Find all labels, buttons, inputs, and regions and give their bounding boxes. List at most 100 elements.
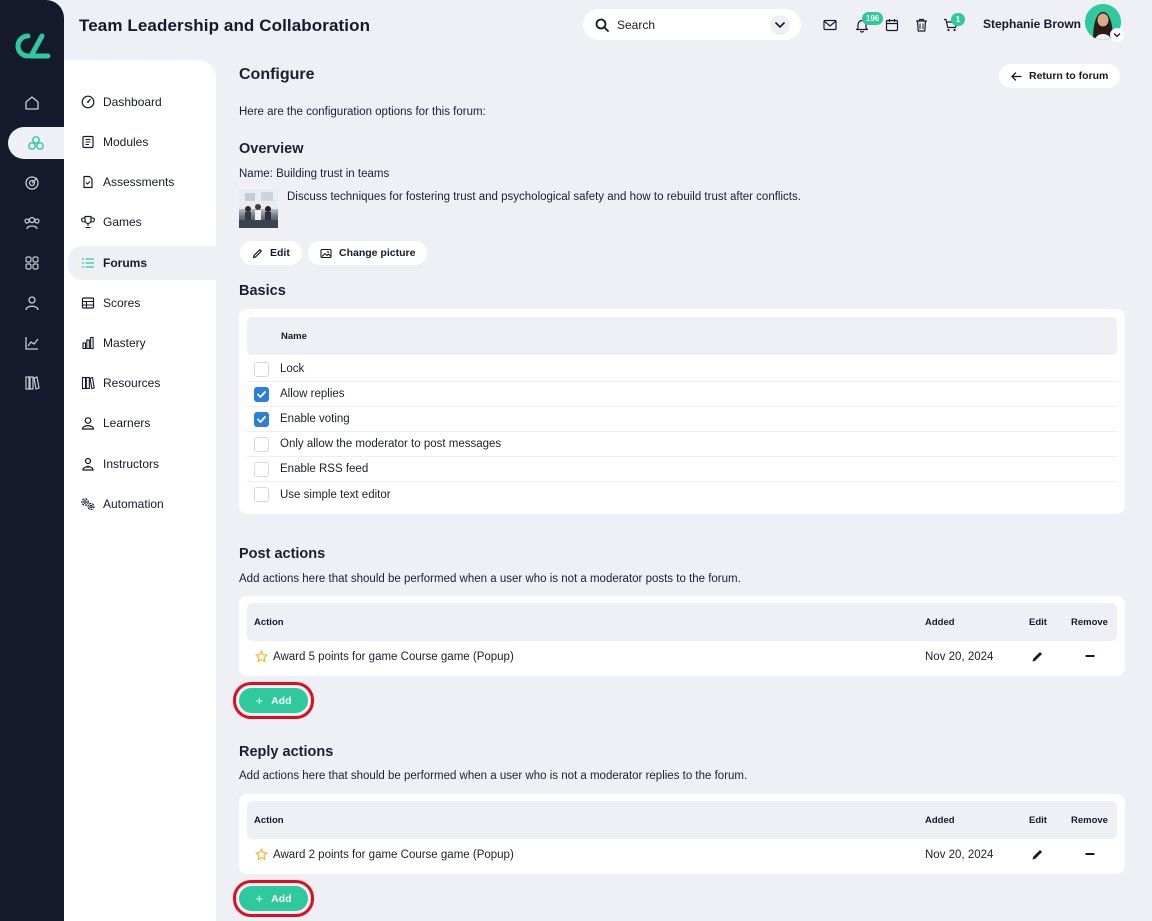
reply-actions-description: Add actions here that should be performe… [239, 770, 748, 782]
subnav-item-modules[interactable]: Modules [68, 125, 216, 159]
remove-minus-icon[interactable] [1085, 652, 1095, 660]
cart-badge: 1 [951, 13, 965, 26]
table-row: Award 5 points for game Course game (Pop… [247, 644, 1117, 669]
column-edit-header: Edit [1029, 617, 1047, 628]
search-box[interactable]: Search [583, 9, 801, 40]
instructor-icon [80, 456, 96, 472]
subnav-item-scores[interactable]: Scores [68, 286, 216, 320]
notifications-badge: 196 [862, 12, 884, 25]
subnav-item-instructors[interactable]: Instructors [68, 447, 216, 481]
subnav-item-learners[interactable]: Learners [68, 406, 216, 440]
added-date: Nov 20, 2024 [925, 650, 994, 663]
post-actions-table-header: Action Added Edit Remove [247, 603, 1117, 641]
star-icon [255, 650, 268, 663]
reply-actions-card: Action Added Edit Remove Award 2 points … [239, 794, 1125, 874]
basics-heading: Basics [239, 283, 286, 299]
page-heading: Configure [239, 66, 315, 83]
column-remove-header: Remove [1071, 617, 1108, 628]
simple-editor-checkbox[interactable] [254, 487, 269, 502]
document-icon [80, 174, 96, 190]
table-icon [80, 295, 96, 311]
column-edit-header: Edit [1029, 815, 1047, 826]
moderator-only-checkbox[interactable] [254, 436, 269, 452]
app-logo[interactable] [12, 30, 52, 62]
rail-profile-icon[interactable] [0, 287, 64, 319]
remove-minus-icon[interactable] [1085, 850, 1095, 858]
option-row[interactable]: Lock [247, 357, 1117, 382]
list-icon [80, 255, 96, 271]
reply-actions-table-header: Action Added Edit Remove [247, 801, 1117, 839]
edit-pencil-icon[interactable] [1031, 848, 1044, 861]
basics-table-header: Name [247, 317, 1117, 355]
forum-name: Name: Building trust in teams [239, 168, 390, 180]
page-title: Team Leadership and Collaboration [79, 16, 371, 35]
rail-analytics-icon[interactable] [0, 327, 64, 359]
overview-heading: Overview [239, 141, 304, 157]
search-input[interactable]: Search [617, 18, 770, 32]
app-rail [0, 0, 64, 921]
reply-actions-heading: Reply actions [239, 744, 334, 760]
option-row[interactable]: Only allow the moderator to post message… [247, 432, 1117, 457]
rail-target-icon[interactable] [0, 167, 64, 199]
subnav-item-mastery[interactable]: Mastery [68, 326, 216, 360]
rail-home-icon[interactable] [0, 87, 64, 119]
table-row: Award 2 points for game Course game (Pop… [247, 842, 1117, 867]
lock-checkbox[interactable] [254, 361, 269, 377]
plus-icon: + [255, 693, 264, 708]
column-added-header: Added [925, 815, 955, 826]
edit-button[interactable]: Edit [240, 241, 302, 265]
subnav-item-automation[interactable]: Automation [68, 487, 216, 521]
arrow-left-icon [1011, 71, 1022, 81]
rss-feed-checkbox[interactable] [254, 461, 269, 477]
enable-voting-checkbox[interactable] [254, 411, 269, 427]
pencil-icon [252, 248, 262, 258]
return-to-forum-button[interactable]: Return to forum [999, 64, 1121, 88]
calendar-icon[interactable] [882, 15, 902, 35]
add-post-action-highlight: + Add [233, 682, 314, 719]
book-icon [80, 134, 96, 150]
search-icon [595, 18, 609, 32]
post-actions-description: Add actions here that should be performe… [239, 573, 741, 585]
forum-description: Discuss techniques for fostering trust a… [287, 191, 801, 203]
intro-text: Here are the configuration options for t… [239, 106, 486, 118]
change-picture-button[interactable]: Change picture [308, 241, 428, 265]
subnav-item-assessments[interactable]: Assessments [68, 165, 216, 199]
added-date: Nov 20, 2024 [925, 848, 994, 861]
column-remove-header: Remove [1071, 815, 1108, 826]
option-row[interactable]: Enable RSS feed [247, 457, 1117, 482]
chevron-down-icon[interactable] [1110, 28, 1124, 42]
option-row[interactable]: Allow replies [247, 382, 1117, 407]
column-added-header: Added [925, 617, 955, 628]
plus-icon: + [255, 891, 264, 906]
rail-apps-icon[interactable] [0, 247, 64, 279]
star-icon [255, 848, 268, 861]
action-text: Award 2 points for game Course game (Pop… [273, 848, 514, 861]
action-text: Award 5 points for game Course game (Pop… [273, 650, 514, 663]
edit-pencil-icon[interactable] [1031, 650, 1044, 663]
basics-card: Name Lock Allow replies Enable voting On… [239, 309, 1125, 514]
bars-icon [80, 335, 96, 351]
rail-library-icon[interactable] [0, 367, 64, 399]
gears-icon [80, 496, 96, 512]
allow-replies-checkbox[interactable] [254, 386, 269, 402]
column-action-header: Action [254, 815, 284, 826]
add-reply-action-button[interactable]: + Add [239, 886, 308, 911]
column-name-header: Name [281, 331, 307, 342]
add-post-action-button[interactable]: + Add [239, 688, 308, 713]
sub-navigation: Dashboard Modules Assessments Games Foru… [64, 60, 216, 921]
dashboard-icon [80, 94, 96, 110]
person-icon [80, 415, 96, 431]
subnav-item-forums[interactable]: Forums [68, 246, 216, 280]
rail-modules-icon[interactable] [8, 127, 64, 159]
option-row[interactable]: Enable voting [247, 407, 1117, 432]
add-reply-action-highlight: + Add [233, 880, 314, 917]
mail-icon[interactable] [820, 15, 840, 35]
subnav-item-dashboard[interactable]: Dashboard [68, 85, 216, 119]
user-name[interactable]: Stephanie Brown [983, 17, 1081, 31]
trash-icon[interactable] [911, 15, 931, 35]
subnav-item-resources[interactable]: Resources [68, 366, 216, 400]
option-row[interactable]: Use simple text editor [247, 482, 1117, 507]
subnav-item-games[interactable]: Games [68, 205, 216, 239]
chevron-down-icon[interactable] [770, 14, 790, 35]
rail-users-icon[interactable] [0, 207, 64, 239]
